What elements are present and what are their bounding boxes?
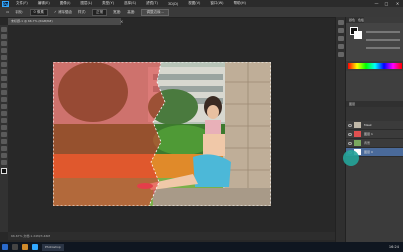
taskbar: Photoshop 16:24 [0,242,403,252]
lasso-tool-icon[interactable] [1,41,7,46]
document-image[interactable] [53,62,271,206]
close-document-icon[interactable]: × [120,18,123,25]
photoshop-taskbar-icon[interactable] [32,244,38,250]
taskbar-item[interactable]: Photoshop [42,243,64,251]
menu-select[interactable]: 选择(S) [119,1,141,6]
eraser-tool-icon[interactable] [1,97,7,102]
dodge-tool-icon[interactable] [1,118,7,123]
minimize-button[interactable]: — [372,0,381,7]
zoom-tool-icon[interactable] [1,160,7,165]
tools-panel [0,25,8,232]
quick-select-tool-icon[interactable] [1,48,7,53]
close-window-button[interactable]: ✕ [393,0,402,7]
pen-tool-icon[interactable] [1,125,7,130]
type-tool-icon[interactable] [1,132,7,137]
visibility-eye-icon[interactable] [348,123,352,127]
color-picker[interactable] [346,23,403,61]
brush-panel-icon[interactable] [338,36,344,41]
history-icon[interactable] [338,20,344,25]
layer-row[interactable]: 图层 1 [346,130,403,139]
properties-icon[interactable] [338,28,344,33]
visibility-eye-icon[interactable] [348,132,352,136]
crop-tool-icon[interactable] [1,55,7,60]
shape-tool-icon[interactable] [1,146,7,151]
layer-name: Mask [364,123,372,127]
background-swatch[interactable] [354,31,362,39]
menu-filter[interactable]: 滤镜(T) [141,1,163,6]
foreground-color-swatch[interactable] [1,168,7,174]
refine-edge-button[interactable]: 调整边缘... [141,8,169,16]
start-icon[interactable] [2,244,8,250]
menu-window[interactable]: 窗口(W) [205,1,228,6]
layer-thumbnail [354,122,361,128]
visibility-eye-icon[interactable] [348,141,352,145]
menu-image[interactable]: 图像(I) [55,1,76,6]
brush-tool-icon[interactable] [1,76,7,81]
eyedropper-tool-icon[interactable] [1,62,7,67]
character-icon[interactable] [338,44,344,49]
path-select-icon[interactable] [1,139,7,144]
style-select[interactable]: 正常 [92,8,108,16]
menu-layer[interactable]: 图层(L) [75,1,97,6]
feather-input[interactable]: 0 像素 [29,8,48,16]
marquee-tool-icon[interactable]: ▭ [6,10,9,14]
antialias-checkbox[interactable]: ✓ 消除锯齿 [54,10,72,15]
layer-row[interactable]: 背景 [346,139,403,148]
layer-thumbnail [354,131,361,137]
menu-bar: Ps 文件(F) 编辑(E) 图像(I) 图层(L) 类型(Y) 选择(S) 滤… [0,0,403,7]
menu-3d[interactable]: 3D(D) [163,2,183,6]
photoshop-logo: Ps [2,0,9,7]
layers-options [346,107,403,121]
clock: 16:24 [388,245,399,249]
layer-row[interactable]: Mask [346,121,403,130]
history-brush-icon[interactable] [1,90,7,95]
search-icon[interactable] [12,244,18,250]
color-slider[interactable] [366,39,400,41]
maximize-button[interactable]: □ [382,0,391,7]
stamp-tool-icon[interactable] [1,83,7,88]
menu-help[interactable]: 帮助(H) [229,1,251,6]
layer-name: 图层 0 [364,150,373,154]
blur-tool-icon[interactable] [1,111,7,116]
folder-icon[interactable] [22,244,28,250]
healing-tool-icon[interactable] [1,69,7,74]
right-panel: 颜色 色板 图层 Mask 图层 1 背景 图层 0 [345,17,403,242]
move-tool-icon[interactable] [1,27,7,32]
menu-view[interactable]: 视图(V) [183,1,205,6]
color-slider[interactable] [366,47,400,49]
layer-name: 背景 [364,141,371,145]
layer-name: 图层 1 [364,132,373,136]
color-slider[interactable] [366,31,400,33]
height-label: 高度: [127,9,136,14]
feather-label: 羽化: [15,9,24,14]
adjustments-panel [346,71,403,101]
cursor-highlight [343,150,359,166]
document-tab[interactable]: 未标题-1 @ 66.7% (RGB/8#) [8,18,121,25]
layer-thumbnail [354,140,361,146]
gradient-tool-icon[interactable] [1,104,7,109]
width-label: 宽度: [113,9,122,14]
hand-tool-icon[interactable] [1,153,7,158]
paragraph-icon[interactable] [338,52,344,57]
marquee-tool-icon[interactable] [1,34,7,39]
spectrum-bar[interactable] [348,63,402,69]
menu-file[interactable]: 文件(F) [11,1,33,6]
menu-edit[interactable]: 编辑(E) [33,1,55,6]
style-label: 样式: [77,9,87,14]
menu-type[interactable]: 类型(Y) [97,1,119,6]
status-bar: 66.67% 文档:1.24M/3.46M [8,232,338,240]
